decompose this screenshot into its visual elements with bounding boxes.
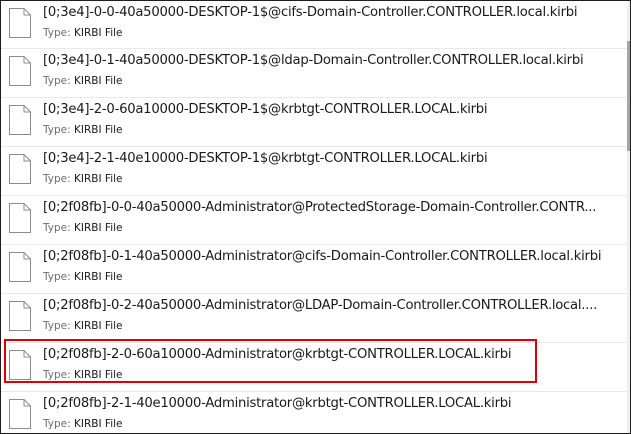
- file-type-label: Type:: [43, 75, 71, 87]
- document-file-icon: [8, 398, 32, 430]
- scrollbar-thumb[interactable]: [627, 41, 630, 151]
- file-type: Type: KIRBI File: [43, 172, 123, 186]
- document-file-icon: [8, 349, 32, 381]
- file-type-value: KIRBI File: [74, 124, 123, 136]
- vertical-scrollbar[interactable]: [627, 1, 630, 433]
- document-file-icon: [8, 300, 32, 332]
- file-name: [0;2f08fb]-0-1-40a50000-Administrator@ci…: [43, 249, 602, 264]
- file-type: Type: KIRBI File: [43, 123, 123, 137]
- file-list-item[interactable]: [0;3e4]-2-0-60a10000-DESKTOP-1$@krbtgt-C…: [1, 97, 627, 146]
- file-type-value: KIRBI File: [74, 271, 123, 283]
- file-type-value: KIRBI File: [74, 75, 123, 87]
- file-list-item[interactable]: [0;2f08fb]-2-1-40e10000-Administrator@kr…: [1, 391, 627, 433]
- file-type: Type: KIRBI File: [43, 417, 123, 431]
- file-name: [0;3e4]-0-0-40a50000-DESKTOP-1$@cifs-Dom…: [43, 5, 578, 20]
- file-type-value: KIRBI File: [74, 369, 123, 381]
- file-type-value: KIRBI File: [74, 418, 123, 430]
- document-file-icon: [8, 202, 32, 234]
- file-list-item[interactable]: [0;2f08fb]-0-2-40a50000-Administrator@LD…: [1, 293, 627, 342]
- file-type-value: KIRBI File: [74, 27, 123, 39]
- file-type: Type: KIRBI File: [43, 368, 123, 382]
- file-type-label: Type:: [43, 173, 71, 185]
- document-file-icon: [8, 104, 32, 136]
- file-list-item[interactable]: [0;2f08fb]-0-0-40a50000-Administrator@Pr…: [1, 195, 627, 244]
- file-type: Type: KIRBI File: [43, 270, 123, 284]
- file-list-item[interactable]: [0;3e4]-0-1-40a50000-DESKTOP-1$@ldap-Dom…: [1, 48, 627, 97]
- file-type-value: KIRBI File: [74, 173, 123, 185]
- file-list-view: [0;3e4]-0-0-40a50000-DESKTOP-1$@cifs-Dom…: [0, 0, 631, 434]
- file-list-item[interactable]: [0;3e4]-0-0-40a50000-DESKTOP-1$@cifs-Dom…: [1, 1, 627, 49]
- file-name: [0;2f08fb]-0-0-40a50000-Administrator@Pr…: [43, 200, 597, 215]
- file-type-label: Type:: [43, 27, 71, 39]
- file-list-item[interactable]: [0;3e4]-2-1-40e10000-DESKTOP-1$@krbtgt-C…: [1, 146, 627, 195]
- document-file-icon: [8, 7, 32, 39]
- file-type-label: Type:: [43, 124, 71, 136]
- file-list-item-highlighted[interactable]: [0;2f08fb]-2-0-60a10000-Administrator@kr…: [1, 342, 627, 391]
- file-type-value: KIRBI File: [74, 222, 123, 234]
- file-type-label: Type:: [43, 418, 71, 430]
- file-type: Type: KIRBI File: [43, 221, 123, 235]
- file-name: [0;2f08fb]-0-2-40a50000-Administrator@LD…: [43, 298, 598, 313]
- file-type: Type: KIRBI File: [43, 26, 123, 40]
- file-type-label: Type:: [43, 369, 71, 381]
- file-type-label: Type:: [43, 271, 71, 283]
- file-name: [0;3e4]-0-1-40a50000-DESKTOP-1$@ldap-Dom…: [43, 53, 584, 68]
- file-name: [0;2f08fb]-2-0-60a10000-Administrator@kr…: [43, 347, 512, 362]
- file-type-label: Type:: [43, 222, 71, 234]
- document-file-icon: [8, 251, 32, 283]
- document-file-icon: [8, 153, 32, 185]
- file-type-label: Type:: [43, 320, 71, 332]
- document-file-icon: [8, 55, 32, 87]
- file-type: Type: KIRBI File: [43, 319, 123, 333]
- file-list-item[interactable]: [0;2f08fb]-0-1-40a50000-Administrator@ci…: [1, 244, 627, 293]
- file-name: [0;3e4]-2-1-40e10000-DESKTOP-1$@krbtgt-C…: [43, 151, 488, 166]
- file-name: [0;3e4]-2-0-60a10000-DESKTOP-1$@krbtgt-C…: [43, 102, 488, 117]
- file-type: Type: KIRBI File: [43, 74, 123, 88]
- file-type-value: KIRBI File: [74, 320, 123, 332]
- file-name: [0;2f08fb]-2-1-40e10000-Administrator@kr…: [43, 396, 512, 411]
